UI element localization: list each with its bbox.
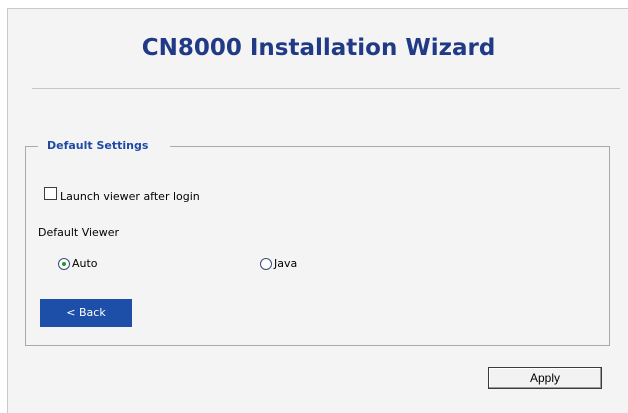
radio-dot-icon — [62, 261, 66, 266]
launch-viewer-option[interactable]: Launch viewer after login — [44, 187, 200, 204]
viewer-option-java-label: Java — [274, 257, 298, 270]
viewer-option-auto[interactable]: Auto — [58, 257, 98, 270]
launch-viewer-checkbox[interactable] — [44, 187, 57, 200]
default-settings-legend: Default Settings — [38, 139, 171, 153]
apply-button[interactable]: Apply — [488, 367, 602, 389]
back-button[interactable]: < Back — [40, 299, 132, 327]
title-divider — [32, 88, 620, 89]
launch-viewer-label: Launch viewer after login — [60, 190, 200, 203]
viewer-option-java[interactable]: Java — [260, 257, 297, 270]
radio-unselected-icon[interactable] — [260, 257, 272, 270]
page-title: CN8000 Installation Wizard — [141, 35, 496, 61]
default-viewer-label: Default Viewer — [38, 226, 120, 239]
viewer-option-auto-label: Auto — [72, 257, 98, 270]
radio-selected-icon[interactable] — [58, 257, 70, 270]
